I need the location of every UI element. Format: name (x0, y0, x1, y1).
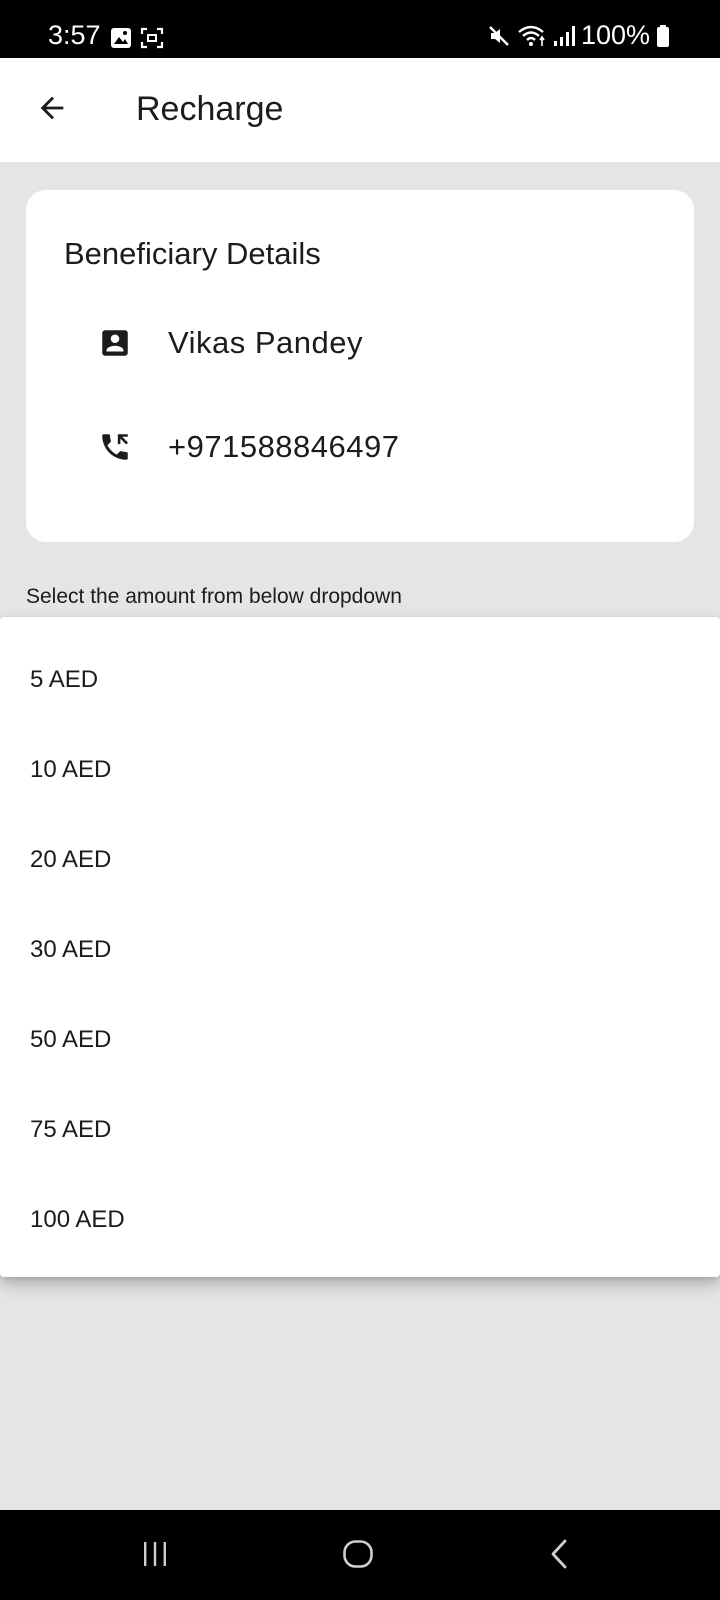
amount-select-label: Select the amount from below dropdown (26, 585, 402, 608)
amount-option-30[interactable]: 30 AED (0, 905, 720, 995)
arrow-back-icon (35, 91, 69, 130)
home-icon (341, 1537, 375, 1576)
page-title: Recharge (136, 90, 284, 128)
mute-icon (487, 24, 511, 48)
recents-button[interactable] (131, 1532, 179, 1580)
back-button[interactable] (28, 86, 76, 134)
beneficiary-title: Beneficiary Details (64, 236, 321, 271)
beneficiary-card: Beneficiary Details Vikas Pandey +971588… (26, 190, 694, 542)
back-icon (543, 1537, 577, 1576)
amount-option-75[interactable]: 75 AED (0, 1085, 720, 1175)
beneficiary-phone-row: +971588846497 (98, 428, 400, 465)
amount-dropdown-menu: 5 AED 10 AED 20 AED 30 AED 50 AED 75 AED… (0, 617, 720, 1277)
phone-forward-icon (98, 430, 132, 464)
system-nav-bar (0, 1510, 720, 1600)
status-right-icons: 100% (487, 22, 670, 49)
screenshot-icon (140, 27, 164, 54)
contact-card-icon (98, 326, 132, 360)
app-bar: Recharge (0, 58, 720, 162)
amount-option-20[interactable]: 20 AED (0, 815, 720, 905)
nav-back-button[interactable] (536, 1532, 584, 1580)
status-left-icons (110, 27, 164, 54)
amount-option-100[interactable]: 100 AED (0, 1175, 720, 1265)
amount-option-5[interactable]: 5 AED (0, 635, 720, 725)
battery-percent: 100% (580, 20, 650, 50)
battery-icon (656, 24, 670, 48)
status-bar: 3:57 100% (0, 0, 720, 58)
wifi-icon (517, 24, 547, 48)
home-button[interactable] (334, 1532, 382, 1580)
beneficiary-name-row: Vikas Pandey (98, 324, 363, 361)
amount-option-10[interactable]: 10 AED (0, 725, 720, 815)
status-time: 3:57 (48, 20, 101, 50)
recents-icon (138, 1537, 172, 1576)
amount-option-50[interactable]: 50 AED (0, 995, 720, 1085)
beneficiary-name: Vikas Pandey (168, 325, 363, 360)
gallery-icon (110, 27, 132, 54)
beneficiary-phone: +971588846497 (168, 429, 400, 464)
signal-icon (553, 24, 575, 48)
